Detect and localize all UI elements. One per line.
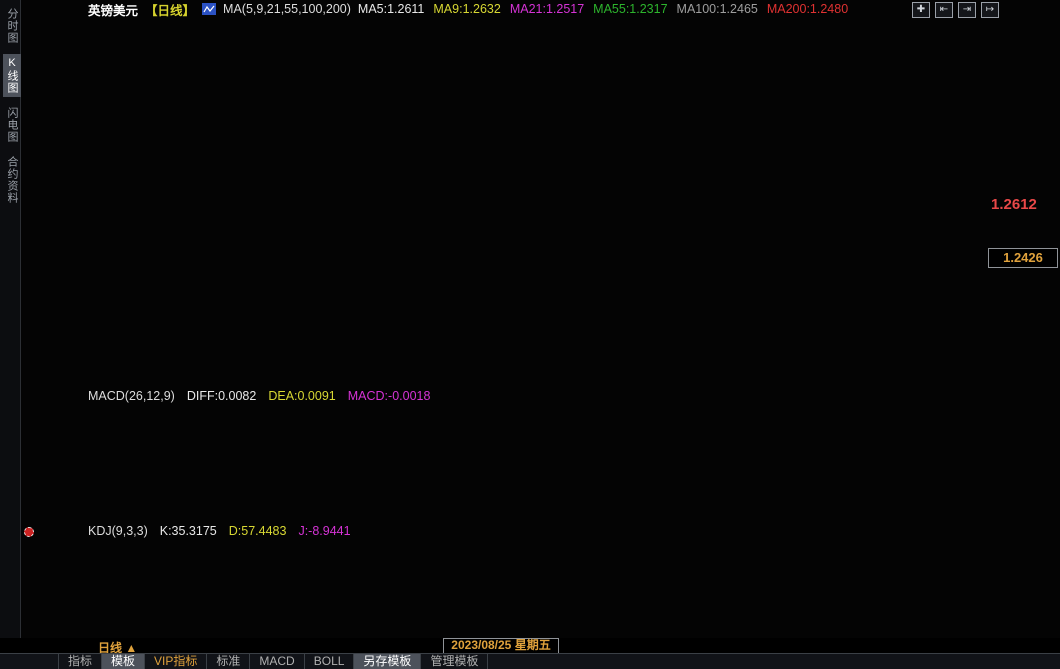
crosshair-price-box: 1.2426 (988, 248, 1058, 268)
scale-right-icon[interactable]: ⇥ (958, 2, 976, 18)
bottom-tab-2[interactable]: 模板 (102, 654, 145, 669)
bottom-tab-7[interactable]: 另存模板 (354, 654, 421, 669)
trading-app-window: 分时图 K线图闪电图合约资料 英镑美元 【日线】 MA(5,9,21,55,100… (0, 0, 1060, 669)
ma-legend-item: MA200:1.2480 (767, 2, 848, 16)
shift-right-icon[interactable]: ↦ (981, 2, 999, 18)
sidebar-item-2[interactable]: K线图 (3, 54, 21, 97)
sidebar-item-4[interactable]: 合约资料 (3, 153, 21, 207)
macd-dea-value: DEA:0.0091 (268, 389, 335, 403)
ma-params-label: MA(5,9,21,55,100,200) (223, 2, 351, 16)
bottom-tab-1[interactable]: 指标 (58, 654, 102, 669)
bottom-tab-4[interactable]: 标准 (207, 654, 250, 669)
ma-legend-item: MA55:1.2317 (593, 2, 667, 16)
ma-legend-item: MA5:1.2611 (358, 2, 424, 16)
mini-chart-icon[interactable] (202, 3, 216, 15)
scale-left-icon[interactable]: ⇤ (935, 2, 953, 18)
kdj-k-value: K:35.3175 (160, 524, 217, 538)
alarm-icon[interactable] (24, 527, 34, 537)
kdj-d-value: D:57.4483 (229, 524, 287, 538)
bottom-tab-6[interactable]: BOLL (305, 654, 355, 669)
current-price-axis-label: 1.2612 (991, 196, 1037, 213)
ma-legend: MA5:1.2611 MA9:1.2632 MA21:1.2517 MA55:1.23… (358, 2, 848, 16)
sidebar-item-3[interactable]: 闪电图 (3, 104, 21, 146)
chart-canvas[interactable] (0, 0, 1060, 638)
macd-diff-value: DIFF:0.0082 (187, 389, 256, 403)
pan-icon[interactable]: ✚ (912, 2, 930, 18)
ma-legend-item: MA21:1.2517 (510, 2, 584, 16)
symbol-name: 英镑美元 (88, 0, 138, 19)
left-sidebar: 分时图 K线图闪电图合约资料 (0, 0, 21, 638)
bottom-tab-3[interactable]: VIP指标 (145, 654, 207, 669)
macd-hist-value: MACD:-0.0018 (348, 389, 431, 403)
crosshair-date-box: 2023/08/25 星期五 (443, 638, 559, 654)
chart-header: 英镑美元 【日线】 MA(5,9,21,55,100,200) MA5:1.26… (88, 1, 848, 17)
kdj-panel-header: KDJ(9,3,3) K:35.3175 D:57.4483 J:-8.9441 (88, 524, 351, 538)
bottom-tab-8[interactable]: 管理模板 (421, 654, 488, 669)
kdj-title: KDJ(9,3,3) (88, 524, 148, 538)
macd-title: MACD(26,12,9) (88, 389, 175, 403)
bottom-tab-5[interactable]: MACD (250, 654, 304, 669)
ma-legend-item: MA9:1.2632 (433, 2, 500, 16)
bottom-tab-bar: 指标模板VIP指标标准MACDBOLL另存模板管理模板 (0, 653, 1060, 669)
chart-toolbar: ✚ ⇤ ⇥ ↦ (912, 2, 999, 18)
period-tag: 【日线】 (145, 0, 195, 19)
macd-panel-header: MACD(26,12,9) DIFF:0.0082 DEA:0.0091 MAC… (88, 389, 430, 403)
kdj-j-value: J:-8.9441 (298, 524, 350, 538)
ma-legend-item: MA100:1.2465 (677, 2, 758, 16)
sidebar-item-1[interactable]: 分时图 (3, 5, 21, 47)
